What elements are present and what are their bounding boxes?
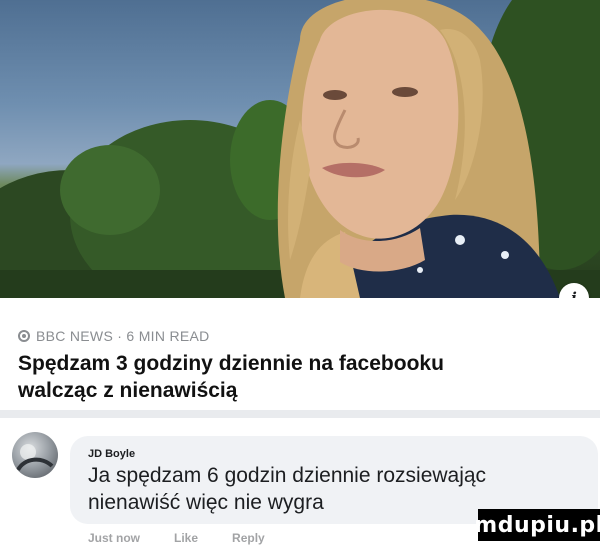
article-photo[interactable] (0, 0, 600, 298)
reply-button[interactable]: Reply (232, 531, 265, 545)
headline-line-2: walcząc z nienawiścią (18, 379, 238, 402)
photo-illustration (0, 0, 600, 298)
watermark-logo: mdupiu.pl (474, 509, 600, 541)
avatar[interactable] (12, 432, 58, 478)
article-headline[interactable]: Spędzam 3 godziny dziennie na facebooku … (18, 350, 588, 404)
like-button[interactable]: Like (174, 531, 198, 545)
headline-line-1: Spędzam 3 godziny dziennie na facebooku (18, 352, 444, 375)
avatar-illustration (16, 444, 54, 472)
article-source-text: BBC NEWS · 6 MIN READ (36, 328, 210, 344)
comment-author[interactable]: JD Boyle (88, 448, 135, 460)
section-divider (0, 410, 600, 418)
comment-text: Ja spędzam 6 godzin dziennie rozsiewając… (88, 462, 588, 516)
source-icon (18, 330, 30, 342)
comment-actions: Just now Like Reply (88, 531, 265, 545)
article-source: BBC NEWS · 6 MIN READ (18, 328, 210, 344)
comment-line-1: Ja spędzam 6 godzin dziennie rozsiewając (88, 464, 487, 487)
comment-timestamp[interactable]: Just now (88, 531, 140, 545)
